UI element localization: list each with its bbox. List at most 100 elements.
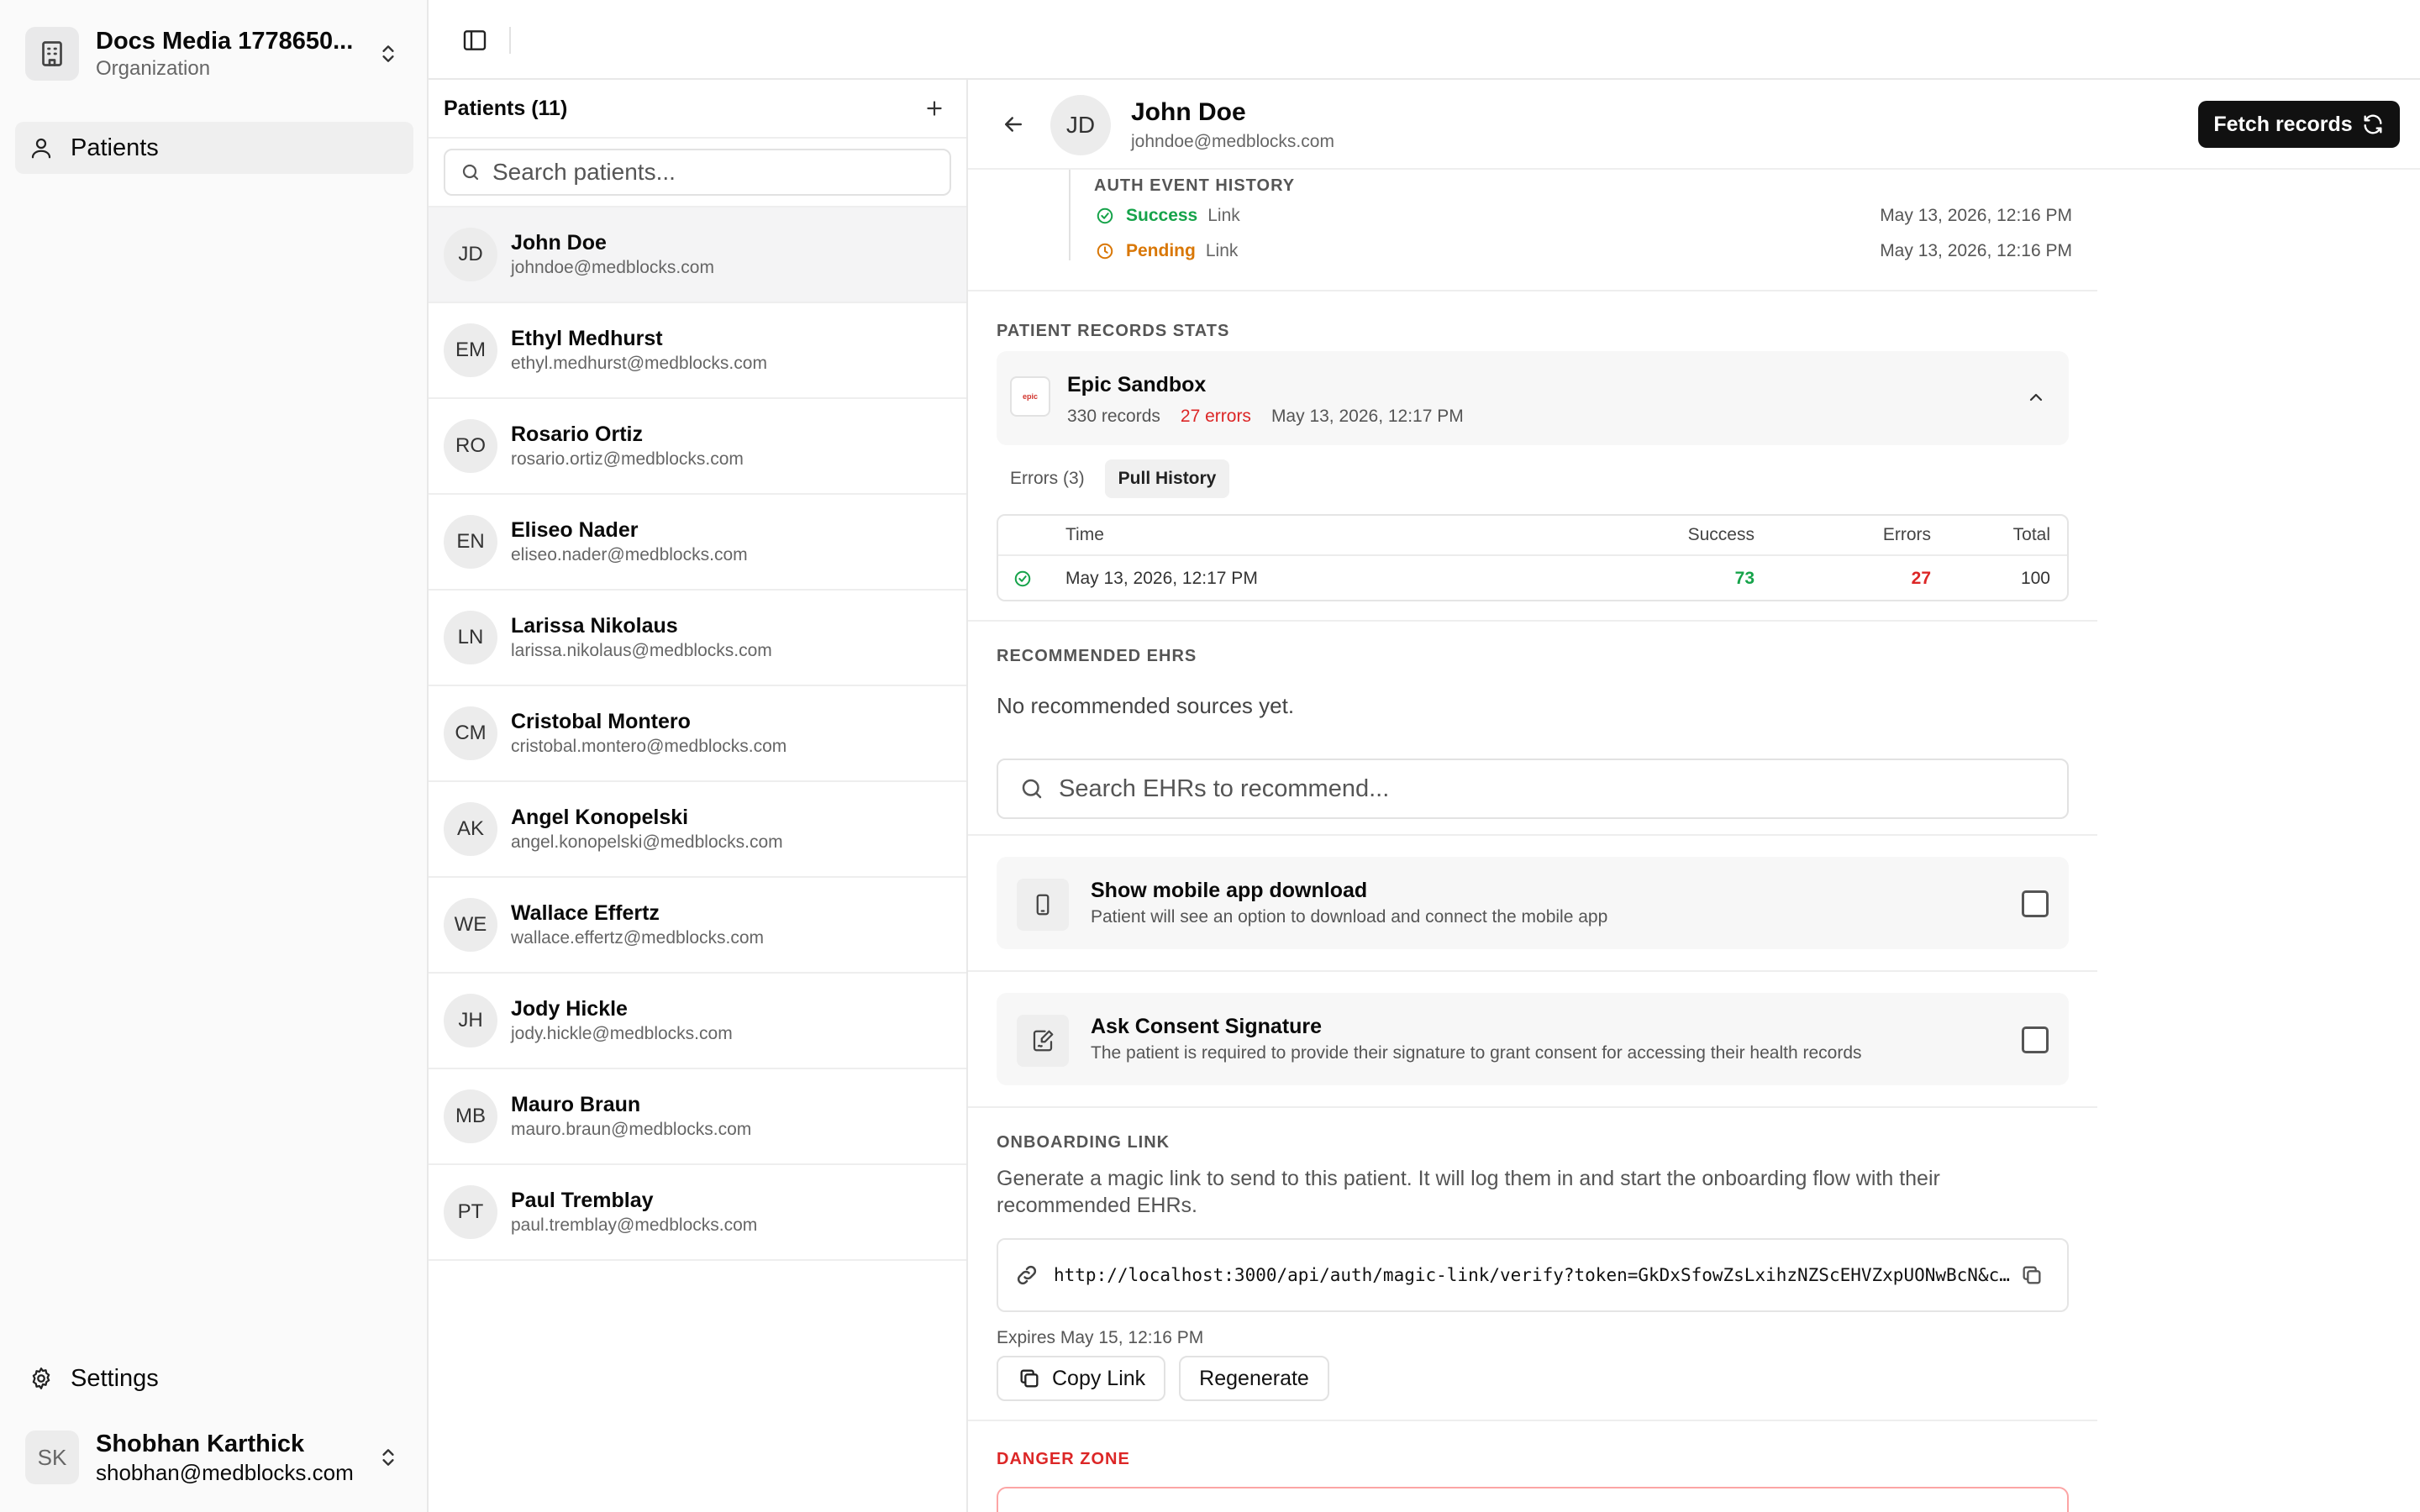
section-title: DANGER ZONE — [997, 1450, 1130, 1468]
table-row: May 13, 2026, 12:17 PM 73 27 100 — [998, 556, 2067, 601]
list-item[interactable]: JD John Doe johndoe@medblocks.com — [429, 207, 966, 303]
source-name: Epic Sandbox — [1067, 373, 1207, 396]
list-item[interactable]: CM Cristobal Montero cristobal.montero@me… — [429, 686, 966, 782]
patient-detail-panel: JD John Doe johndoe@medblocks.com Fetch … — [968, 80, 2420, 1512]
col-errors: Errors — [1882, 525, 1931, 544]
org-switcher[interactable]: Docs Media 1778650... Organization — [15, 15, 413, 92]
option-description: The patient is required to provide their… — [1091, 1043, 1862, 1063]
patient-list-panel: Patients (11) JD John Doe johndoe@medbloc… — [429, 80, 968, 1512]
list-item[interactable]: MB Mauro Braun mauro.braun@medblocks.com — [429, 1069, 966, 1165]
search-icon — [1018, 775, 1045, 802]
settings-label: Settings — [71, 1364, 159, 1392]
chevron-up-icon[interactable] — [2023, 385, 2049, 410]
app-sidebar: Docs Media 1778650... Organization Patie… — [0, 0, 429, 1512]
auth-event-row: Pending Link May 13, 2026, 12:16 PM — [1094, 237, 2072, 265]
col-time: Time — [1065, 525, 1104, 544]
list-item[interactable]: JH Jody Hickle jody.hickle@medblocks.com — [429, 974, 966, 1069]
row-total: 100 — [2020, 569, 2050, 588]
list-item[interactable]: AK Angel Konopelski angel.konopelski@medb… — [429, 782, 966, 878]
patient-name: Jody Hickle — [511, 997, 628, 1021]
source-meta: 330 records 27 errors May 13, 2026, 12:1… — [1067, 407, 1464, 427]
regenerate-label: Regenerate — [1199, 1366, 1309, 1390]
patient-email: johndoe@medblocks.com — [1131, 132, 1334, 151]
avatar: LN — [444, 611, 497, 664]
auth-status: Pending — [1126, 241, 1196, 260]
list-item[interactable]: EM Ethyl Medhurst ethyl.medhurst@medblock… — [429, 303, 966, 399]
avatar: WE — [444, 898, 497, 952]
auth-event-row: Success Link May 13, 2026, 12:16 PM — [1094, 202, 2072, 230]
patient-email: mauro.braun@medblocks.com — [511, 1120, 752, 1139]
avatar: JH — [444, 994, 497, 1047]
section-title: RECOMMENDED EHRS — [997, 647, 1197, 665]
epic-logo: epic — [1010, 376, 1050, 417]
patient-name: Cristobal Montero — [511, 710, 691, 733]
search-input[interactable] — [492, 159, 913, 186]
mobile-app-checkbox[interactable] — [2022, 890, 2049, 917]
user-icon — [27, 134, 55, 162]
timeline-line — [1069, 170, 1071, 260]
patient-search-wrap — [429, 139, 966, 207]
search-icon — [459, 160, 482, 184]
regenerate-button[interactable]: Regenerate — [1179, 1356, 1329, 1401]
danger-zone: DANGER ZONE — [968, 1421, 2097, 1512]
pull-history-table: Time Success Errors Total May 13, 2026, … — [997, 514, 2069, 601]
arrow-left-icon — [1005, 117, 1022, 132]
auth-event-history: AUTH EVENT HISTORY Success Link May 13, … — [968, 170, 2097, 291]
list-item[interactable]: EN Eliseo Nader eliseo.nader@medblocks.co… — [429, 495, 966, 591]
list-item[interactable]: WE Wallace Effertz wallace.effertz@medblo… — [429, 878, 966, 974]
list-item[interactable]: PT Paul Tremblay paul.tremblay@medblocks.… — [429, 1165, 966, 1261]
add-patient-button[interactable] — [918, 92, 951, 125]
patient-name: Wallace Effertz — [511, 901, 660, 925]
list-item[interactable]: RO Rosario Ortiz rosario.ortiz@medblocks.… — [429, 399, 966, 495]
ehr-search-box — [997, 759, 2069, 819]
patient-records-stats: PATIENT RECORDS STATS epic Epic Sandbox … — [968, 291, 2097, 622]
ehr-search-input[interactable] — [1059, 774, 2025, 803]
patient-email: paul.tremblay@medblocks.com — [511, 1215, 758, 1235]
sidebar-item-settings[interactable]: Settings — [15, 1352, 413, 1404]
patient-email: wallace.effertz@medblocks.com — [511, 928, 765, 948]
sidebar-item-patients[interactable]: Patients — [15, 122, 413, 174]
tab-pull-history[interactable]: Pull History — [1104, 459, 1230, 498]
patient-name: Eliseo Nader — [511, 518, 639, 542]
consent-option-section: Ask Consent Signature The patient is req… — [968, 972, 2097, 1108]
section-title: AUTH EVENT HISTORY — [1094, 176, 1296, 195]
records-count: 330 records — [1067, 407, 1160, 426]
patient-email: angel.konopelski@medblocks.com — [511, 832, 783, 852]
tab-errors[interactable]: Errors (3) — [997, 459, 1098, 498]
chevrons-up-down-icon — [371, 1441, 405, 1474]
fetch-records-button[interactable]: Fetch records — [2198, 101, 2400, 148]
section-title: PATIENT RECORDS STATS — [997, 322, 1230, 340]
source-card[interactable]: epic Epic Sandbox 330 records 27 errors … — [997, 351, 2069, 445]
sidebar-toggle-icon[interactable] — [458, 24, 492, 57]
link-expiry: Expires May 15, 12:16 PM — [997, 1328, 1204, 1347]
mobile-app-option-section: Show mobile app download Patient will se… — [968, 836, 2097, 972]
avatar: JD — [444, 228, 497, 281]
user-switcher[interactable]: SK Shobhan Karthick shobhan@medblocks.co… — [15, 1424, 413, 1491]
patient-name: John Doe — [1131, 98, 1246, 126]
list-item[interactable]: LN Larissa Nikolaus larissa.nikolaus@medb… — [429, 591, 966, 686]
auth-type: Link — [1207, 206, 1240, 225]
section-title: ONBOARDING LINK — [997, 1133, 1171, 1152]
patient-name: John Doe — [511, 231, 607, 255]
avatar: JD — [1050, 95, 1111, 155]
magic-link-url[interactable]: http://localhost:3000/api/auth/magic-lin… — [1054, 1265, 2012, 1285]
patient-email: ethyl.medhurst@medblocks.com — [511, 354, 767, 373]
patient-name: Paul Tremblay — [511, 1189, 654, 1212]
source-time: May 13, 2026, 12:17 PM — [1270, 407, 1464, 426]
back-button[interactable] — [998, 109, 1028, 139]
consent-checkbox[interactable] — [2022, 1026, 2049, 1053]
patient-email: johndoe@medblocks.com — [511, 258, 714, 277]
copy-link-button[interactable]: Copy Link — [997, 1356, 1166, 1401]
row-success: 73 — [1734, 569, 1754, 588]
copy-link-label: Copy Link — [1052, 1366, 1146, 1390]
copy-icon[interactable] — [2018, 1262, 2045, 1289]
patient-name: Larissa Nikolaus — [511, 614, 678, 638]
option-card: Ask Consent Signature The patient is req… — [997, 993, 2069, 1085]
row-time: May 13, 2026, 12:17 PM — [1065, 569, 1258, 588]
option-title: Show mobile app download — [1091, 879, 1368, 902]
user-name: Shobhan Karthick — [96, 1431, 305, 1457]
patient-list-title: Patients (11) — [444, 96, 568, 120]
plus-icon — [927, 101, 942, 116]
avatar: CM — [444, 706, 497, 760]
divider — [509, 27, 511, 54]
